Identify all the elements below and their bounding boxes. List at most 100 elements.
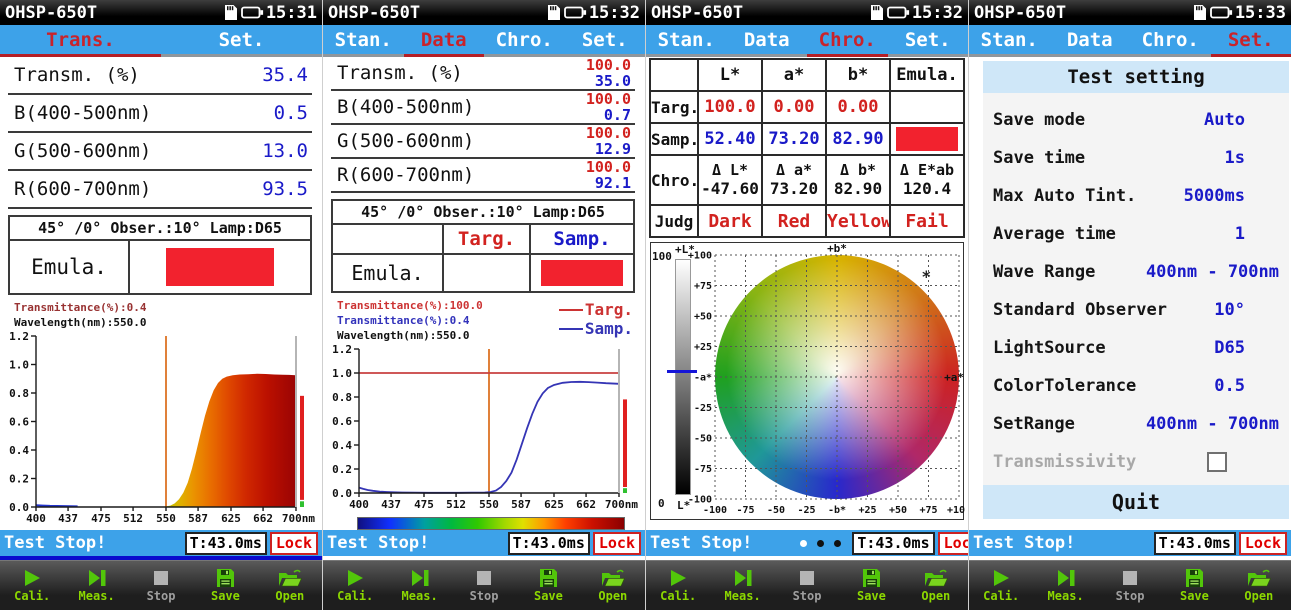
emulation-cell <box>130 241 310 293</box>
stop-label: Stop <box>470 589 499 603</box>
setting-row-setrange[interactable]: SetRange400nm - 700nm <box>983 405 1289 443</box>
open-button[interactable]: Open <box>1227 561 1291 610</box>
tab-stan[interactable]: Stan. <box>323 25 404 57</box>
row-label-chro: Chro. <box>650 155 698 205</box>
tab-stan[interactable]: Stan. <box>969 25 1050 57</box>
sample-L: 52.40 <box>698 123 762 155</box>
tab-chro[interactable]: Chro. <box>484 25 565 57</box>
floppy-save-icon <box>859 568 883 588</box>
sample-value: 35.0 <box>586 73 631 89</box>
lock-button[interactable]: Lock <box>1239 532 1287 555</box>
svg-text:662: 662 <box>576 498 596 511</box>
tab-data[interactable]: Data <box>727 25 808 57</box>
setting-row-colortolerance[interactable]: ColorTolerance0.5 <box>983 367 1289 405</box>
floppy-save-icon <box>1182 568 1206 588</box>
tab-set[interactable]: Set. <box>1211 25 1291 57</box>
calibrate-button[interactable]: Cali. <box>323 561 387 610</box>
sd-card-icon <box>546 4 561 21</box>
sample-column-header: Samp. <box>531 225 633 253</box>
lock-button[interactable]: Lock <box>270 532 318 555</box>
setting-row-save-mode[interactable]: Save modeAuto <box>983 101 1289 139</box>
chart-legend: Targ.Samp. <box>559 300 633 338</box>
svg-text:-50: -50 <box>694 434 712 445</box>
setting-row-lightsource[interactable]: LightSourceD65 <box>983 329 1289 367</box>
device-title: OHSP-650T <box>974 3 1066 23</box>
col-header-a: a* <box>762 59 826 91</box>
panel-chromaticity: OHSP-650T 15:32 Stan. Data Chro. Set. L*… <box>646 0 968 610</box>
save-button[interactable]: Save <box>1162 561 1226 610</box>
legend-line <box>559 328 583 330</box>
svg-text:-25: -25 <box>694 403 712 414</box>
status-text: Test Stop! <box>4 533 106 553</box>
setting-row-average-time[interactable]: Average time1 <box>983 215 1289 253</box>
svg-text:400: 400 <box>349 498 369 511</box>
save-button[interactable]: Save <box>516 561 580 610</box>
measurement-row: G(500-600nm)100.012.9 <box>331 125 635 159</box>
stop-label: Stop <box>1116 589 1145 603</box>
setting-row-wave-range[interactable]: Wave Range400nm - 700nm <box>983 253 1289 291</box>
col-header-L: L* <box>698 59 762 91</box>
sample-value: 92.1 <box>586 175 631 191</box>
svg-text:-75: -75 <box>736 505 754 516</box>
device-title: OHSP-650T <box>328 3 420 23</box>
open-button[interactable]: Open <box>904 561 968 610</box>
calibrate-label: Cali. <box>14 589 50 603</box>
transmissivity-checkbox[interactable] <box>1207 452 1227 472</box>
tab-data[interactable]: Data <box>404 25 485 57</box>
open-label: Open <box>275 589 304 603</box>
svg-text:1.0: 1.0 <box>9 359 29 372</box>
status-icons <box>869 4 910 21</box>
measure-button[interactable]: Meas. <box>710 561 774 610</box>
open-button[interactable]: Open <box>581 561 645 610</box>
setting-row-standard-observer[interactable]: Standard Observer10° <box>983 291 1289 329</box>
tab-set[interactable]: Set. <box>161 25 322 57</box>
legend-label: Samp. <box>585 319 633 338</box>
tab-stan[interactable]: Stan. <box>646 25 727 57</box>
stop-button: Stop <box>452 561 516 610</box>
device-title: OHSP-650T <box>5 3 97 23</box>
quit-button[interactable]: Quit <box>983 485 1289 519</box>
setting-value: 400nm - 700nm <box>1146 262 1279 282</box>
calibrate-button[interactable]: Cali. <box>0 561 64 610</box>
tab-chro[interactable]: Chro. <box>1130 25 1211 57</box>
tab-trans[interactable]: Trans. <box>0 25 161 57</box>
measurement-label: Transm. (%) <box>337 62 463 84</box>
skip-forward-icon <box>731 568 755 588</box>
measure-label: Meas. <box>402 589 438 603</box>
measure-button[interactable]: Meas. <box>1033 561 1097 610</box>
svg-text:1.0: 1.0 <box>332 367 352 380</box>
setting-row-save-time[interactable]: Save time1s <box>983 139 1289 177</box>
save-button[interactable]: Save <box>193 561 257 610</box>
lock-button[interactable]: Lock <box>593 532 641 555</box>
measure-button[interactable]: Meas. <box>387 561 451 610</box>
battery-icon <box>241 6 264 19</box>
tab-chro[interactable]: Chro. <box>807 25 888 57</box>
measure-label: Meas. <box>725 589 761 603</box>
tab-bar: Stan. Data Chro. Set. <box>323 25 645 57</box>
stop-button: Stop <box>775 561 839 610</box>
svg-text:1.2: 1.2 <box>9 330 29 343</box>
calibrate-button[interactable]: Cali. <box>969 561 1033 610</box>
calibrate-button[interactable]: Cali. <box>646 561 710 610</box>
battery-icon <box>1210 6 1233 19</box>
tab-set[interactable]: Set. <box>888 25 969 57</box>
tab-set[interactable]: Set. <box>565 25 646 57</box>
stop-icon <box>149 568 173 588</box>
setting-row-max-auto-tint-[interactable]: Max Auto Tint.5000ms <box>983 177 1289 215</box>
tab-data[interactable]: Data <box>1050 25 1131 57</box>
measure-button[interactable]: Meas. <box>64 561 128 610</box>
setting-row-transmissivity[interactable]: Transmissivity <box>983 443 1289 481</box>
page-indicator <box>795 540 846 547</box>
blank-cell <box>333 225 444 253</box>
measurement-row: Transm. (%)35.4 <box>8 57 312 95</box>
open-button[interactable]: Open <box>258 561 322 610</box>
lock-button[interactable]: Lock <box>938 532 968 555</box>
integration-time: T:43.0ms <box>852 532 934 555</box>
page-dot <box>817 540 824 547</box>
measure-label: Meas. <box>79 589 115 603</box>
legend-line <box>559 309 583 311</box>
save-button[interactable]: Save <box>839 561 903 610</box>
setting-value: 1 <box>1235 224 1245 244</box>
row-label-sample: Samp. <box>650 123 698 155</box>
wavelength-colorbar <box>357 517 625 530</box>
